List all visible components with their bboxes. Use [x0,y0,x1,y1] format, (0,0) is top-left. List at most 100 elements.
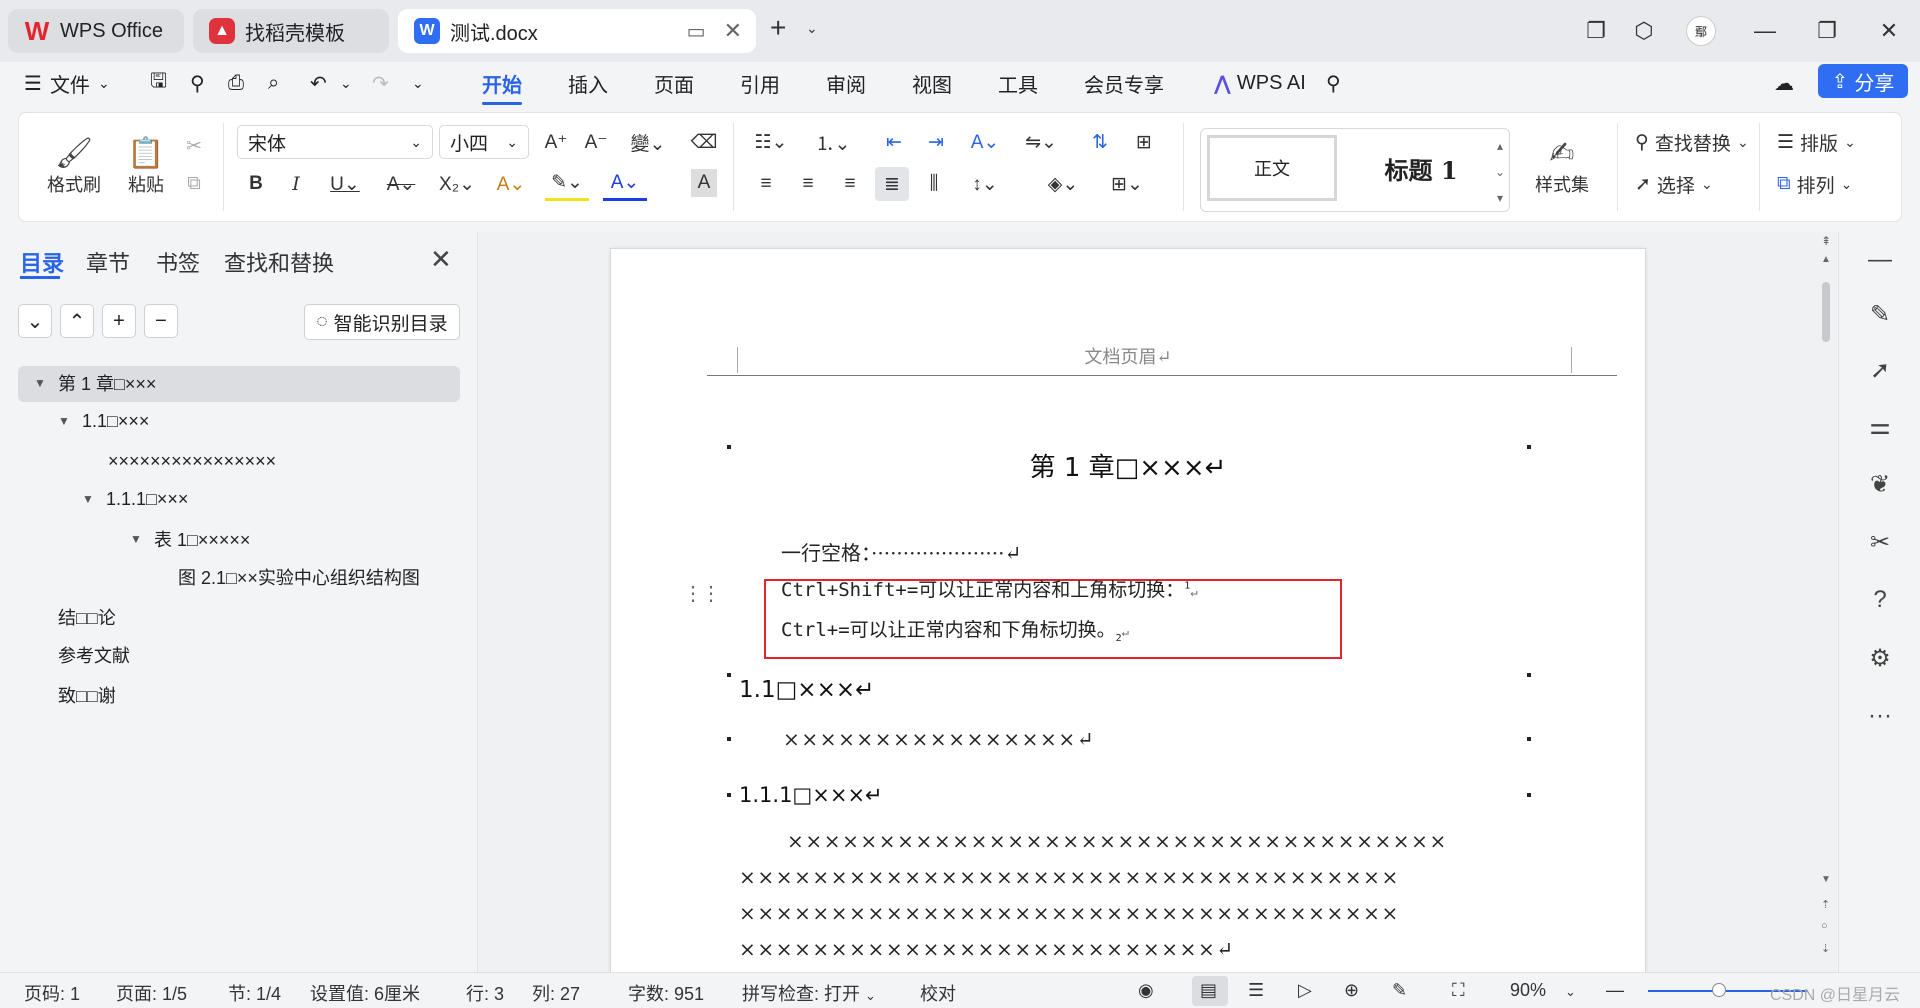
numbered-list-icon[interactable]: ⒈⌄ [811,125,855,159]
expand-triangle-icon[interactable]: ▼ [34,376,58,390]
border-icon[interactable]: ⊞⌄ [1105,167,1149,201]
help-icon[interactable]: ? [1839,586,1920,614]
tab-page[interactable]: 页面 [654,68,694,98]
grow-font-icon[interactable]: A⁺ [539,125,573,159]
nav-tab-find-replace[interactable]: 查找和替换 [224,246,334,278]
superscript-paragraph[interactable]: Ctrl+Shift+=可以让正常内容和上角标切换：1↵ [781,575,1198,602]
close-window-icon[interactable]: ✕ [1858,18,1920,44]
web-view-icon[interactable]: ⊕ [1344,980,1359,1001]
phonetic-guide-icon[interactable]: 變⌄ [623,125,673,159]
paste-button[interactable]: 📋 粘贴 [111,127,181,207]
toc-item[interactable]: ▼ 表 1□××××× [130,522,250,556]
share-button[interactable]: ⇪ 分享 [1818,64,1908,98]
chevron-down-icon[interactable]: ⌄ [806,20,818,37]
format-painter-button[interactable]: 🖌 格式刷 [39,127,109,207]
align-left-icon[interactable]: ≡ [749,167,783,201]
new-tab-icon[interactable]: + [770,14,786,42]
status-section[interactable]: 节: 1/4 [228,980,281,1006]
undo-icon[interactable]: ↶ [310,68,327,98]
underline-icon[interactable]: U⌄ [323,167,367,201]
text-direction-icon[interactable]: A⌄ [963,125,1007,159]
tab-wps-office[interactable]: W WPS Office [8,9,184,53]
save-icon[interactable]: 🖫 [150,68,167,98]
toc-item[interactable]: 致□□谢 [58,678,116,712]
char-shading-icon[interactable]: A [691,169,717,197]
print-preview-icon[interactable]: ⌕ [268,68,279,98]
select-button[interactable]: ➚ 选择 ⌄ [1635,167,1713,201]
expand-triangle-icon[interactable]: ▼ [130,532,154,546]
body-paragraph[interactable]: ××××××××××××××××↵ [783,727,1095,751]
link-icon[interactable]: ⚲ [190,68,205,98]
chapter-title[interactable]: 第 1 章□×××↵ [611,447,1645,484]
heading-1-1-1[interactable]: 1.1.1□×××↵ [739,783,883,807]
tab-member[interactable]: 会员专享 [1084,68,1164,98]
bold-icon[interactable]: B [241,167,271,201]
collapse-icon[interactable]: — [1839,246,1920,274]
style-set-button[interactable]: ✍ 样式集 [1521,127,1603,207]
expand-triangle-icon[interactable]: ▼ [82,492,106,506]
close-tab-icon[interactable]: ✕ [724,18,742,44]
shirt-icon[interactable]: ⚙ [1839,644,1920,673]
blank-line-paragraph[interactable]: 一行空格：·····················↵ [781,537,1021,566]
toc-item[interactable]: ▼ 1.1.1□××× [82,482,188,516]
arrange-button[interactable]: ⧉ 排列 ⌄ [1777,167,1852,201]
toc-item[interactable]: ▼ 1.1□××× [58,404,149,438]
eye-icon[interactable]: ◉ [1138,980,1154,1001]
nav-tab-toc[interactable]: 目录 [20,246,64,278]
italic-icon[interactable]: I [281,167,311,201]
line-break-icon[interactable]: ⇋⌄ [1019,125,1063,159]
shading-icon[interactable]: ◈⌄ [1041,167,1085,201]
outline-view-icon[interactable]: ☰ [1248,980,1264,1001]
font-name-select[interactable]: 宋体 ⌄ [237,125,433,159]
cut-icon[interactable]: ✂ [179,131,209,161]
nav-tab-chapters[interactable]: 章节 [86,246,130,278]
monitor-icon[interactable]: ▭ [687,19,706,44]
show-marks-icon[interactable]: ⊞ [1127,125,1161,159]
collapse-down-button[interactable]: ⌄ [18,304,52,338]
cube-icon[interactable]: ⬡ [1620,18,1668,44]
close-icon[interactable]: ✕ [430,244,452,275]
status-col[interactable]: 列: 27 [532,980,580,1006]
clear-format-icon[interactable]: ⌫ [687,125,721,159]
fit-page-icon[interactable]: ⛶ [1452,980,1465,1001]
document-page[interactable]: 文档页眉↵ 第 1 章□×××↵ 一行空格：··················… [610,248,1646,972]
align-center-icon[interactable]: ≡ [791,167,825,201]
wps-ai-button[interactable]: ⋀ WPS AI [1214,68,1306,98]
sliders-icon[interactable]: ⚌ [1839,412,1920,441]
body-line[interactable]: ×××××××××××××××××××××××××××××××××××× [739,901,1400,925]
tools-icon[interactable]: ✂ [1839,528,1920,557]
zoom-select[interactable]: 90% ⌄ [1510,980,1576,1001]
decrease-indent-icon[interactable]: ⇤ [877,125,911,159]
remove-heading-button[interactable]: − [144,304,178,338]
status-page[interactable]: 页面: 1/5 [116,980,187,1006]
avatar[interactable]: 鄢 [1686,16,1716,46]
subscript-paragraph[interactable]: Ctrl+=可以让正常内容和下角标切换。2↵ [781,615,1129,644]
tab-review[interactable]: 审阅 [826,68,866,98]
style-normal[interactable]: 正文 [1207,135,1337,201]
pen-icon[interactable]: ✎ [1839,300,1920,329]
status-page-code[interactable]: 页码: 1 [24,980,80,1006]
zoom-slider-knob[interactable] [1712,983,1726,997]
scroll-thumb[interactable] [1822,282,1830,342]
status-setting[interactable]: 设置值: 6厘米 [310,980,420,1006]
shrink-font-icon[interactable]: A⁻ [579,125,613,159]
file-menu[interactable]: ☰ 文件 ⌄ [24,68,110,98]
nav-tab-bookmarks[interactable]: 书签 [156,246,200,278]
chevron-down-icon[interactable]: ⌄ [340,68,352,98]
spell-check-toggle[interactable]: 拼写检查: 打开 ⌄ [742,980,876,1006]
font-color-icon[interactable]: A⌄ [603,167,647,201]
restore-icon[interactable]: ❐ [1796,18,1858,44]
tab-document[interactable]: W 测试.docx ▭ ✕ [398,9,756,53]
sort-icon[interactable]: ⇅ [1083,125,1117,159]
toc-item[interactable]: 结□□论 [58,600,116,634]
minimize-icon[interactable]: — [1734,18,1796,44]
vertical-scrollbar[interactable]: ⇞ ▲ ▼ ⇡ ○ ⇣ [1817,232,1837,972]
play-icon[interactable]: ▷ [1298,980,1312,1001]
heading-1-1[interactable]: 1.1□×××↵ [739,677,874,703]
increase-indent-icon[interactable]: ⇥ [919,125,953,159]
cursor-icon[interactable]: ➚ [1839,356,1920,385]
redo-icon[interactable]: ↷ [372,68,389,98]
subscript-icon[interactable]: X₂⌄ [433,167,481,201]
body-line[interactable]: ×××××××××××××××××××××××××××××××××××× [739,865,1400,889]
page-view-icon[interactable]: ▤ [1200,980,1217,1001]
